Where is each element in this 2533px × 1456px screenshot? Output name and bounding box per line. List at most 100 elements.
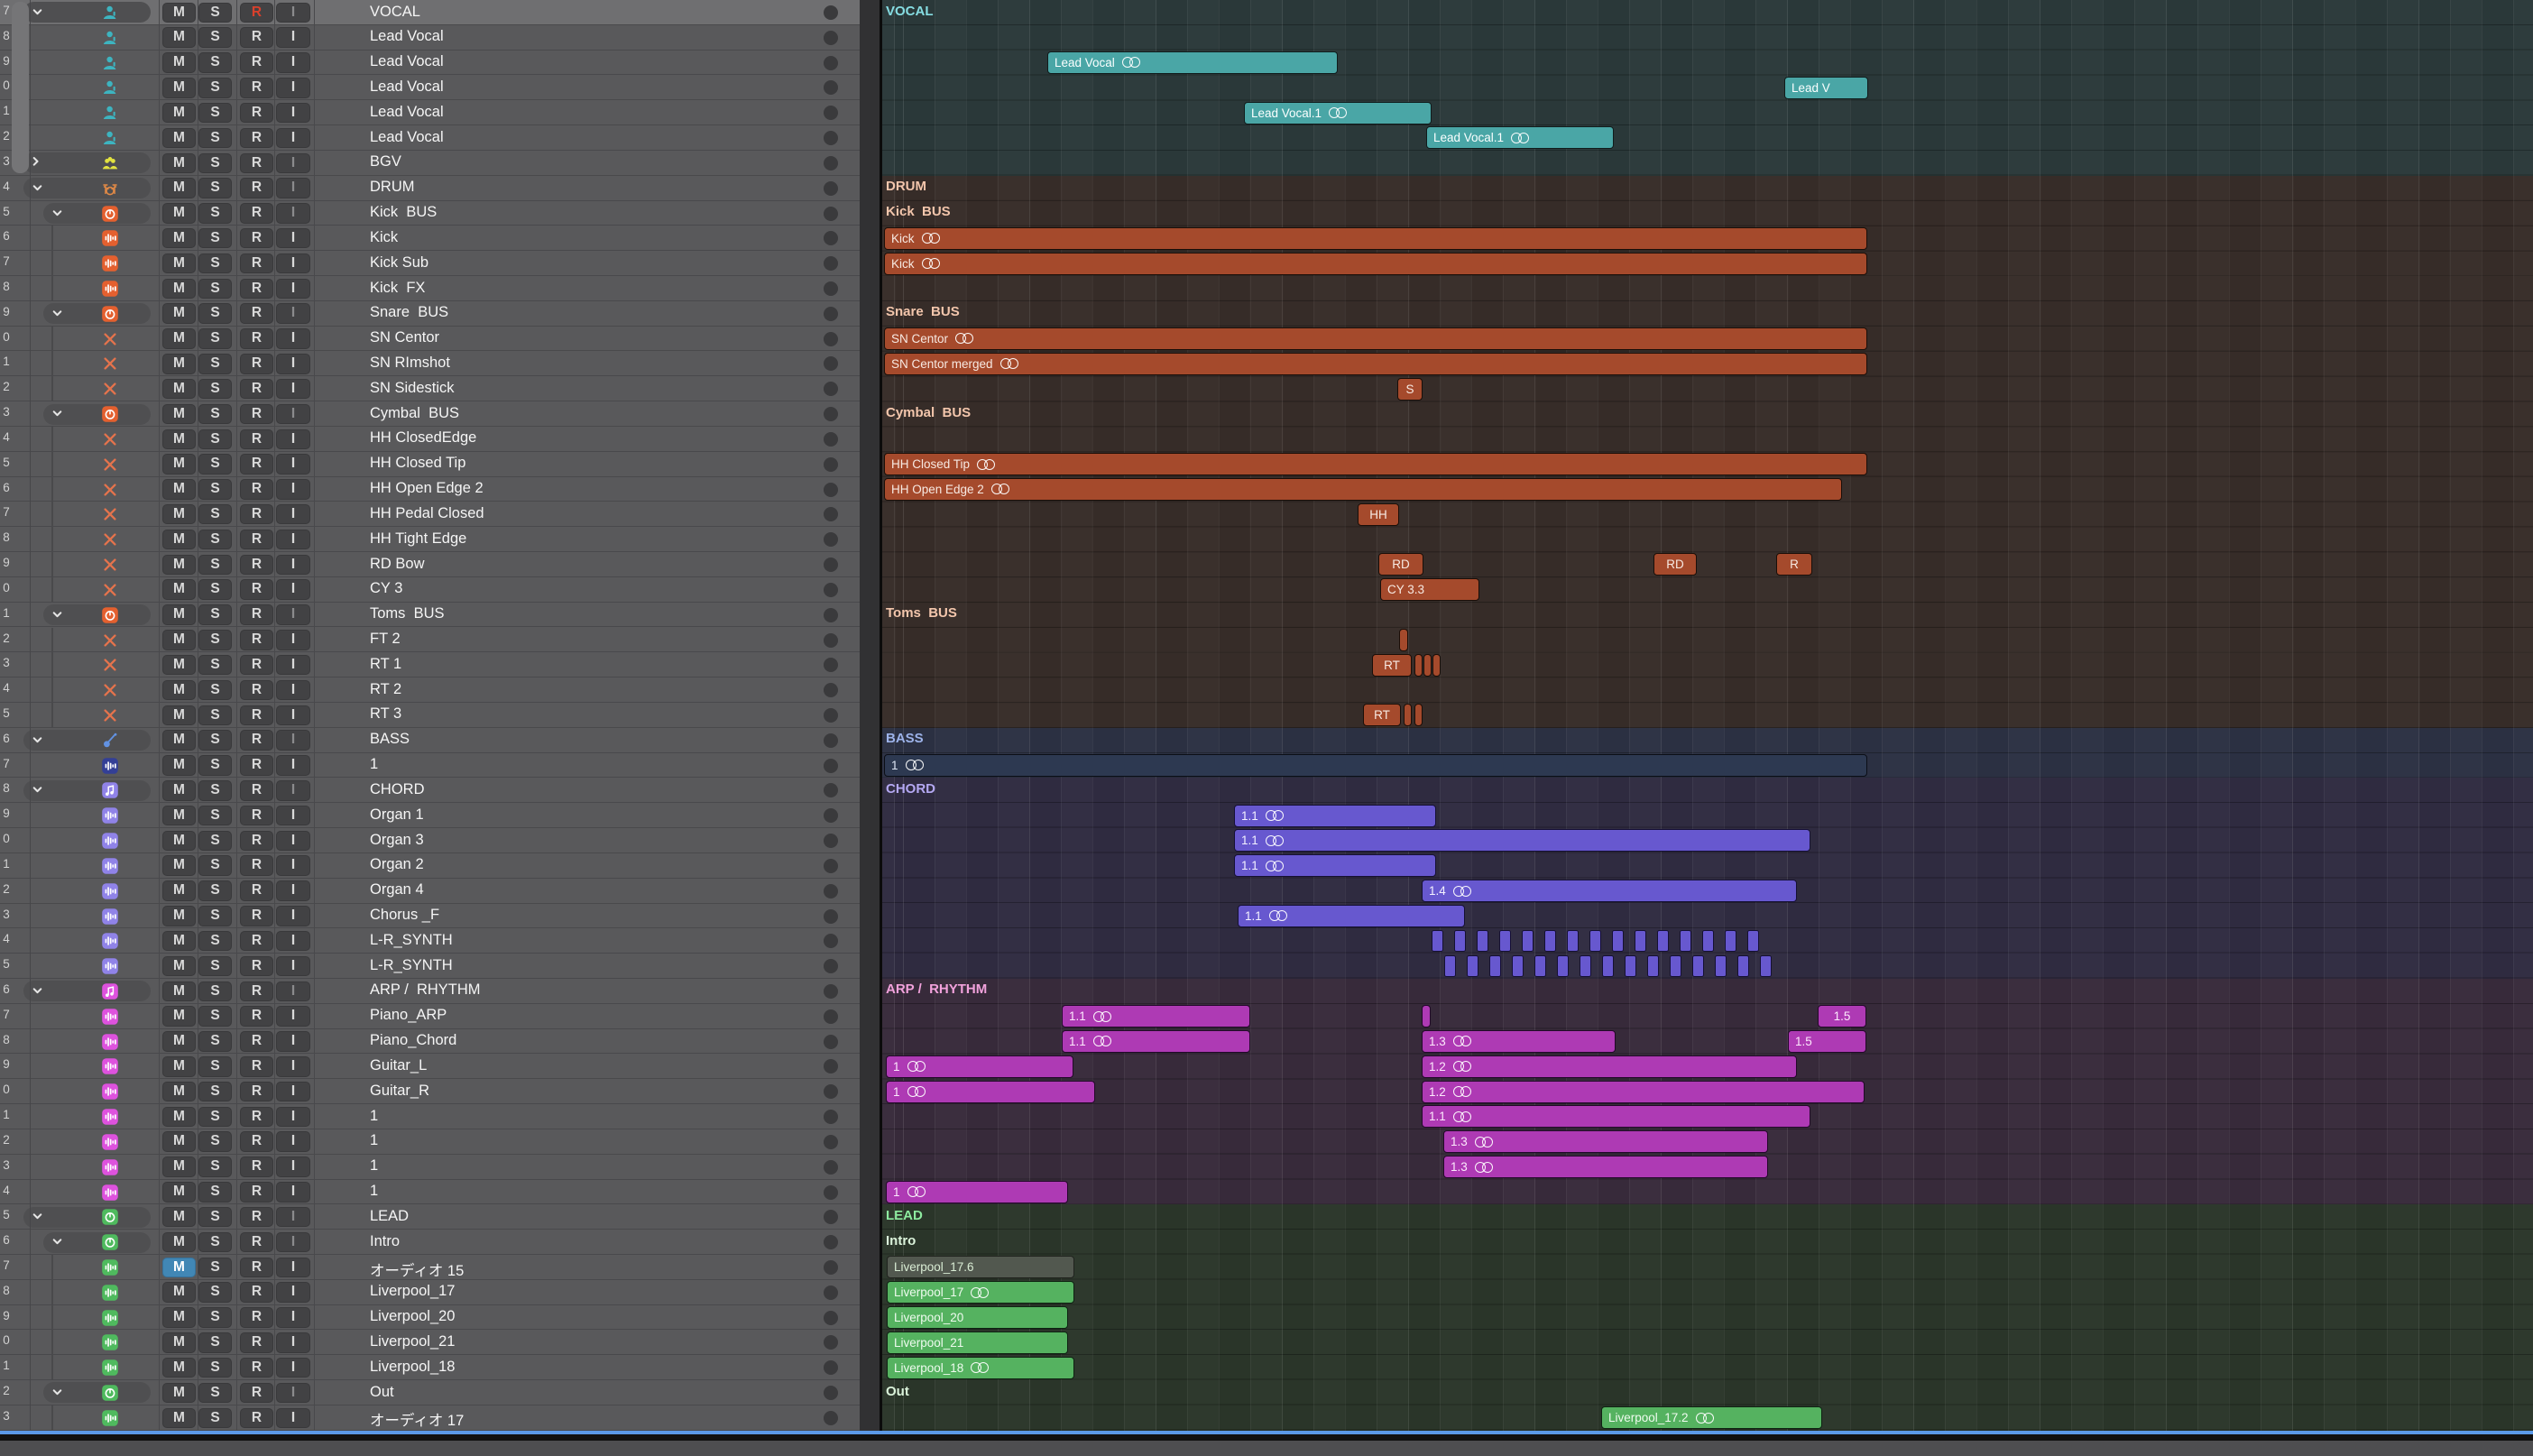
input-button[interactable]: I (276, 1307, 310, 1328)
midi-note-region[interactable] (1522, 930, 1534, 952)
input-button[interactable]: I (276, 228, 310, 249)
track-name[interactable]: HH Tight Edge (370, 530, 466, 548)
record-button[interactable]: R (240, 1282, 273, 1303)
mute-button[interactable]: M (162, 52, 196, 73)
track-name[interactable]: RT 1 (370, 656, 401, 673)
mute-button[interactable]: M (162, 981, 196, 1002)
track-dot[interactable] (824, 432, 838, 447)
track-dot[interactable] (824, 1035, 838, 1049)
track-dot[interactable] (824, 156, 838, 170)
mute-button[interactable]: M (162, 429, 196, 450)
track-dot[interactable] (824, 1110, 838, 1124)
track-dot[interactable] (824, 31, 838, 45)
solo-button[interactable]: S (198, 203, 232, 224)
track-dot[interactable] (824, 382, 838, 396)
track-row[interactable]: 5MSRIHH Closed Tip (0, 452, 860, 477)
input-button[interactable]: I (276, 931, 310, 952)
track-dot[interactable] (824, 457, 838, 472)
track-name[interactable]: Piano_ARP (370, 1007, 447, 1024)
solo-button[interactable]: S (198, 831, 232, 852)
record-button[interactable]: R (240, 504, 273, 525)
track-row[interactable]: 6MSRIHH Open Edge 2 (0, 477, 860, 502)
record-button[interactable]: R (240, 604, 273, 625)
input-button[interactable]: I (276, 52, 310, 73)
track-row[interactable]: 9MSRILead Vocal (0, 51, 860, 76)
track-dot[interactable] (824, 859, 838, 873)
track-dot[interactable] (824, 5, 838, 20)
mute-button[interactable]: M (162, 655, 196, 676)
track-name[interactable]: Lead Vocal (370, 129, 444, 146)
track-name[interactable]: Intro (370, 1233, 400, 1250)
solo-button[interactable]: S (198, 253, 232, 274)
track-name[interactable]: Liverpool_17 (370, 1283, 456, 1300)
track-name[interactable]: Snare BUS (370, 304, 448, 321)
track-name[interactable]: Organ 3 (370, 832, 424, 849)
track-name[interactable]: Kick (370, 229, 398, 246)
track-row[interactable]: 2MSRILead Vocal (0, 125, 860, 151)
solo-button[interactable]: S (198, 379, 232, 400)
mute-button[interactable]: M (162, 228, 196, 249)
track-dot[interactable] (824, 106, 838, 120)
solo-button[interactable]: S (198, 1031, 232, 1052)
midi-note-region[interactable] (1657, 930, 1669, 952)
mute-button[interactable]: M (162, 1282, 196, 1303)
mute-button[interactable]: M (162, 454, 196, 475)
input-button[interactable]: I (276, 128, 310, 149)
input-button[interactable]: I (276, 555, 310, 576)
midi-note-region[interactable] (1454, 930, 1466, 952)
region[interactable]: RT (1363, 704, 1401, 726)
region[interactable]: 1.1 (1238, 905, 1465, 927)
solo-button[interactable]: S (198, 630, 232, 650)
solo-button[interactable]: S (198, 1358, 232, 1378)
region[interactable]: 1 (886, 1081, 1095, 1103)
midi-note-region[interactable] (1432, 930, 1443, 952)
region[interactable]: 1 (884, 754, 1867, 777)
input-button[interactable]: I (276, 981, 310, 1002)
input-button[interactable]: I (276, 1031, 310, 1052)
record-button[interactable]: R (240, 780, 273, 801)
input-button[interactable]: I (276, 178, 310, 198)
midi-note-region[interactable] (1444, 955, 1456, 977)
track-name[interactable]: SN RImshot (370, 355, 450, 372)
solo-button[interactable]: S (198, 78, 232, 98)
solo-button[interactable]: S (198, 128, 232, 149)
record-button[interactable]: R (240, 103, 273, 124)
midi-note-region[interactable] (1747, 930, 1759, 952)
track-dot[interactable] (824, 959, 838, 973)
track-row[interactable]: 8MSRIPiano_Chord (0, 1029, 860, 1055)
mute-button[interactable]: M (162, 404, 196, 425)
track-dot[interactable] (824, 1009, 838, 1024)
track-row[interactable]: 0MSRISN Centor (0, 327, 860, 352)
record-button[interactable]: R (240, 279, 273, 299)
track-dot[interactable] (824, 633, 838, 648)
track-name[interactable]: LEAD (370, 1208, 409, 1225)
region[interactable]: Liverpool_17.2 (1601, 1406, 1822, 1429)
region[interactable]: S (1397, 378, 1423, 401)
input-button[interactable]: I (276, 1383, 310, 1404)
region[interactable]: HH Closed Tip (884, 453, 1867, 475)
midi-note-region[interactable] (1589, 930, 1601, 952)
region[interactable]: Lead Vocal.1 (1244, 102, 1432, 124)
record-button[interactable]: R (240, 1408, 273, 1429)
track-row[interactable]: 8MSRIKick FX (0, 276, 860, 301)
track-dot[interactable] (824, 608, 838, 622)
solo-button[interactable]: S (198, 555, 232, 576)
record-button[interactable]: R (240, 630, 273, 650)
mute-button[interactable]: M (162, 504, 196, 525)
record-button[interactable]: R (240, 1006, 273, 1027)
region-sliver[interactable] (1414, 654, 1423, 677)
arrange-area[interactable]: VOCALDRUMKick BUSSnare BUSCymbal BUSToms… (882, 0, 2533, 1431)
solo-button[interactable]: S (198, 228, 232, 249)
record-button[interactable]: R (240, 1358, 273, 1378)
track-dot[interactable] (824, 1210, 838, 1224)
solo-button[interactable]: S (198, 705, 232, 726)
mute-button[interactable]: M (162, 479, 196, 500)
mute-button[interactable]: M (162, 3, 196, 23)
input-button[interactable]: I (276, 153, 310, 174)
region[interactable]: Liverpool_17.6 (887, 1256, 1074, 1278)
solo-button[interactable]: S (198, 3, 232, 23)
track-row[interactable]: 4MSRIL-R_SYNTH (0, 928, 860, 954)
track-dot[interactable] (824, 1135, 838, 1149)
midi-note-region[interactable] (1580, 955, 1591, 977)
input-button[interactable]: I (276, 454, 310, 475)
